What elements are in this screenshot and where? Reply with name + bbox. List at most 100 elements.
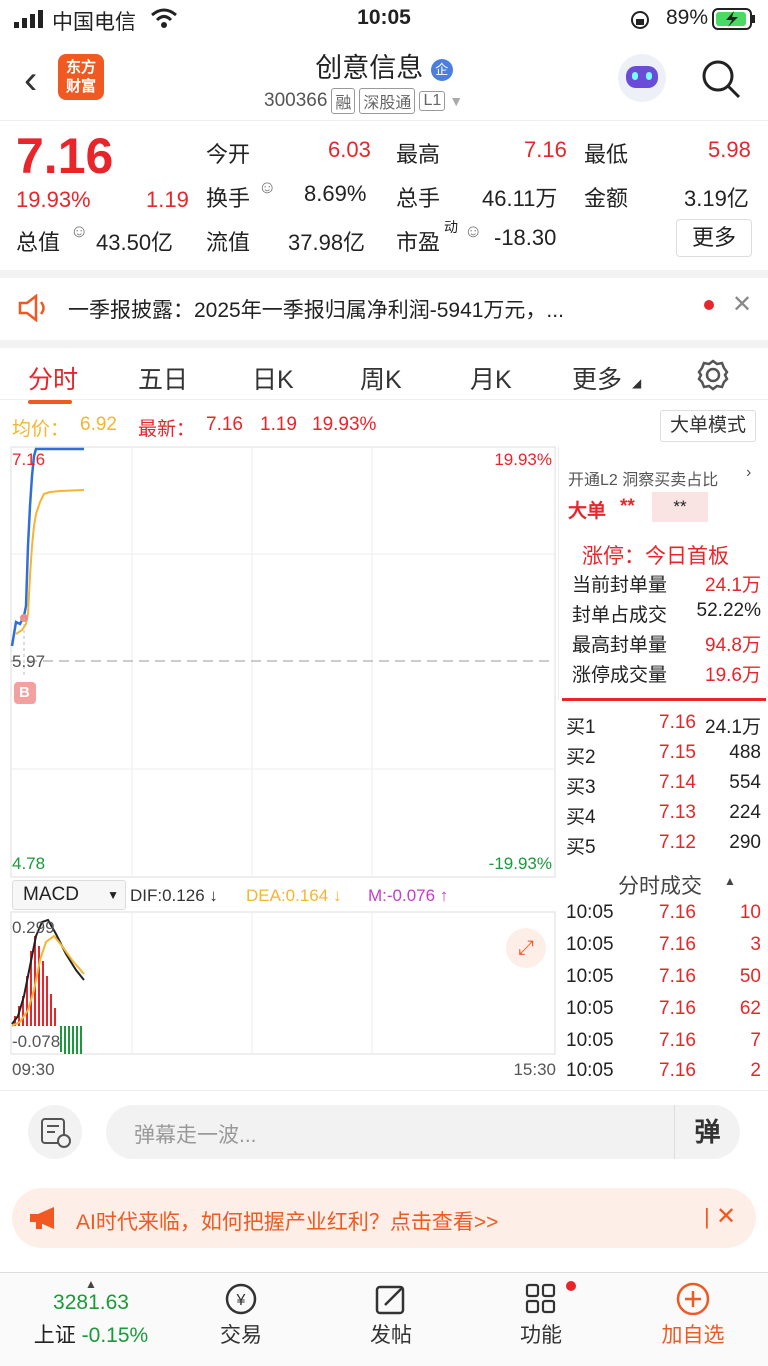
trade-time: 10:05 xyxy=(566,1030,614,1051)
bid-price: 7.16 xyxy=(659,712,696,733)
macd-bar xyxy=(68,1026,70,1054)
bid-row[interactable]: 买1 7.16 24.1万 xyxy=(566,712,761,739)
macd-bar xyxy=(60,1026,62,1052)
amount-value: 3.19亿 xyxy=(684,186,749,211)
ad-separator: | xyxy=(704,1204,710,1229)
robot-assistant-icon[interactable] xyxy=(618,54,666,102)
danmaku-list-icon[interactable] xyxy=(28,1105,82,1159)
info-icon[interactable]: ☺ xyxy=(70,221,88,242)
bid-label: 买2 xyxy=(566,747,596,768)
expand-icon[interactable]: ⤢ xyxy=(506,928,546,968)
grid-icon xyxy=(525,1283,556,1314)
market-cap-label: 总值 xyxy=(16,230,61,255)
dropdown-icon[interactable]: ▼ xyxy=(449,93,463,109)
close-icon[interactable]: ✕ xyxy=(732,290,752,319)
danmaku-input[interactable]: 弹幕走一波... 弹 xyxy=(106,1105,740,1159)
trade-row: 10:05 7.16 3 xyxy=(566,934,761,956)
stock-name: 创意信息 xyxy=(315,53,424,83)
nav-post[interactable]: 发帖 xyxy=(336,1281,446,1349)
tab-five-day[interactable]: 五日 xyxy=(138,360,188,396)
bid-row[interactable]: 买4 7.13 224 xyxy=(566,802,761,829)
stock-code-row[interactable]: 300366 融 深股通 L1 ▼ xyxy=(264,88,463,114)
settings-icon[interactable] xyxy=(696,358,730,392)
unread-dot xyxy=(704,300,714,310)
avg-price-line xyxy=(15,489,85,635)
trade-row: 10:05 7.16 50 xyxy=(566,966,761,988)
svg-text:¥: ¥ xyxy=(236,1292,246,1309)
trade-row: 10:05 7.16 2 xyxy=(566,1060,761,1082)
bid-label: 买3 xyxy=(566,777,596,798)
info-icon[interactable]: ☺ xyxy=(258,177,276,198)
tab-daily-k[interactable]: 日K xyxy=(252,360,294,396)
time-axis-start: 09:30 xyxy=(12,1060,55,1079)
float-label: 流值 xyxy=(206,230,251,255)
ad-banner[interactable]: AI时代来临，如何把握产业红利？点击查看>> | ✕ xyxy=(12,1188,756,1248)
search-icon[interactable] xyxy=(700,58,742,100)
avg-price-row: 均价： 6.92 最新： 7.16 1.19 19.93% 大单模式 xyxy=(0,410,768,446)
add-circle-icon xyxy=(676,1282,710,1315)
battery-percent: 89% xyxy=(665,6,708,29)
bid-row[interactable]: 买2 7.15 488 xyxy=(566,742,761,769)
notice-bar[interactable]: 一季报披露：2025年一季报归属净利润-5941万元，... ✕ xyxy=(0,270,768,332)
bid-row[interactable]: 买5 7.12 290 xyxy=(566,832,761,859)
tab-intraday[interactable]: 分时 xyxy=(28,360,78,396)
info-icon[interactable]: ☺ xyxy=(464,221,482,242)
stat-value: 24.1万 xyxy=(705,575,761,596)
trade-volume: 62 xyxy=(739,998,761,1019)
b-marker-label: B xyxy=(19,684,30,701)
change-amount: 1.19 xyxy=(146,187,189,212)
trade-time: 10:05 xyxy=(566,1060,614,1081)
sort-arrow-icon[interactable]: ▲ xyxy=(724,874,736,888)
quote-panel: 7.16 19.93% 1.19 总值 ☺ 43.50亿 今开 6.03 最高 … xyxy=(0,120,768,270)
pct-axis-top: 19.93% xyxy=(494,450,552,469)
trade-time: 10:05 xyxy=(566,966,614,987)
connect-tag: 深股通 xyxy=(359,88,416,114)
big-order-mode-button[interactable]: 大单模式 xyxy=(660,410,756,442)
bid-volume: 554 xyxy=(729,772,761,793)
macd-bar xyxy=(80,1026,82,1054)
limit-stat-row: 最高封单量 94.8万 xyxy=(566,630,761,657)
trade-price: 7.16 xyxy=(659,934,696,955)
status-bar: 中国电信 10:05 89% xyxy=(0,0,768,38)
pe-label: 市盈 xyxy=(396,230,441,255)
limit-stat-row: 涨停成交量 19.6万 xyxy=(566,660,761,687)
bid-row[interactable]: 买3 7.14 554 xyxy=(566,772,761,799)
market-cap: 43.50亿 xyxy=(96,230,174,255)
stat-label: 涨停成交量 xyxy=(572,665,668,686)
open-value: 6.03 xyxy=(328,137,371,162)
order-book-panel: 开通L2 洞察买卖占比 › 大单 ** ** 涨停：今日首板 当前封单量 24.… xyxy=(558,446,768,1081)
stock-header: ‹ 东方 财富 创意信息 企 300366 融 深股通 L1 ▼ xyxy=(0,40,768,118)
bottom-nav: ▲ 3281.63 上证 -0.15% ¥ 交易 发帖 功能 加自选 xyxy=(0,1272,768,1366)
caret-up-icon: ▲ xyxy=(85,1277,97,1291)
tab-weekly-k[interactable]: 周K xyxy=(360,360,402,396)
index-change: -0.15% xyxy=(81,1324,149,1347)
big-order-value-2: ** xyxy=(652,492,708,522)
stat-value: 19.6万 xyxy=(705,665,761,686)
bid-volume: 488 xyxy=(729,742,761,763)
macd-selector[interactable]: MACD ▼ xyxy=(12,880,126,910)
close-icon[interactable]: ✕ xyxy=(716,1202,736,1231)
trades-title[interactable]: 分时成交 xyxy=(618,870,702,900)
trade-volume: 10 xyxy=(739,902,761,923)
low-value: 5.98 xyxy=(708,137,751,162)
stat-value: 52.22% xyxy=(696,600,761,621)
time-axis-end: 15:30 xyxy=(513,1060,556,1079)
intraday-chart[interactable]: 7.16 5.97 4.78 19.93% -19.93% B MACD ▼ D… xyxy=(10,446,556,1081)
nav-add-watchlist[interactable]: 加自选 xyxy=(638,1281,748,1349)
tab-monthly-k[interactable]: 月K xyxy=(470,360,512,396)
tab-more[interactable]: 更多 xyxy=(572,360,622,396)
dif-value: DIF:0.126 ↓ xyxy=(130,886,218,905)
trade-volume: 7 xyxy=(750,1030,761,1051)
rotation-lock-icon xyxy=(631,11,649,29)
bid-price: 7.12 xyxy=(659,832,696,853)
index-ticker[interactable]: ▲ 3281.63 上证 -0.15% xyxy=(16,1277,166,1349)
more-button[interactable]: 更多 xyxy=(676,219,752,257)
nav-functions[interactable]: 功能 xyxy=(486,1281,596,1349)
trade-row: 10:05 7.16 7 xyxy=(566,1030,761,1052)
nav-trade[interactable]: ¥ 交易 xyxy=(186,1281,296,1349)
l2-promo[interactable]: 开通L2 洞察买卖占比 xyxy=(568,466,718,490)
bid-label: 买1 xyxy=(566,717,596,738)
danmaku-send-button[interactable]: 弹 xyxy=(674,1105,740,1159)
macd-bar xyxy=(76,1026,78,1054)
stat-value: 94.8万 xyxy=(705,635,761,656)
